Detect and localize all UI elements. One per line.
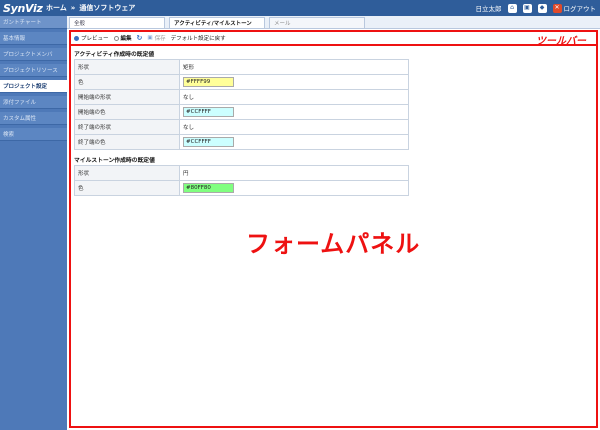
milestone-section-title: マイルストーン作成時の既定値 bbox=[74, 158, 155, 164]
color-swatch-milestone[interactable]: #80FF80 bbox=[183, 183, 234, 193]
field-label: 終了端の色 bbox=[74, 134, 180, 150]
window-icon[interactable]: ▣ bbox=[522, 3, 532, 13]
radio-on-icon bbox=[74, 35, 79, 41]
sidebar-item-basic-info[interactable]: 基本情報 bbox=[0, 32, 67, 45]
field-label: 終了端の形状 bbox=[74, 119, 180, 135]
logout-label: ログアウト bbox=[563, 5, 597, 13]
radio-off-icon bbox=[113, 35, 119, 41]
breadcrumb: ホーム » 通信ソフトウェア bbox=[46, 3, 135, 13]
color-swatch-end[interactable]: #CCFFFF bbox=[183, 137, 234, 147]
edit-radio[interactable]: 編集 bbox=[113, 34, 132, 42]
activity-defaults-table: 形状 矩形 色 #FFFF99 開始端の形状 なし 開始端の色 #CCFFFF … bbox=[74, 59, 409, 150]
save-button[interactable]: ▣ 保存 bbox=[147, 34, 165, 42]
table-row: 形状 矩形 bbox=[74, 59, 409, 75]
milestone-shape-value: 円 bbox=[179, 165, 409, 181]
app-logo[interactable]: SynViz bbox=[0, 2, 46, 15]
tab-mail[interactable]: メール bbox=[269, 17, 365, 28]
sidebar-item-search[interactable]: 検索 bbox=[0, 128, 67, 141]
save-label: 保存 bbox=[154, 36, 166, 42]
tab-general[interactable]: 全般 bbox=[69, 17, 165, 28]
reset-default-button[interactable]: デフォルト設定に戻す bbox=[171, 34, 226, 42]
form-panel-annotation: フォームパネル bbox=[246, 230, 421, 258]
tab-activity-milestone[interactable]: アクティビティ/マイルストーン bbox=[169, 17, 265, 28]
table-row: 開始端の形状 なし bbox=[74, 89, 409, 105]
breadcrumb-project[interactable]: 通信ソフトウェア bbox=[79, 3, 135, 13]
table-row: 終了端の色 #CCFFFF bbox=[74, 134, 409, 150]
field-label: 開始端の形状 bbox=[74, 89, 180, 105]
activity-section-title: アクティビティ作成時の既定値 bbox=[74, 52, 155, 58]
sidebar-item-custom-attributes[interactable]: カスタム属性 bbox=[0, 112, 67, 125]
app-header: SynViz ホーム » 通信ソフトウェア 日立太郎 ⌂ ▣ ◆ ✕ ログアウト bbox=[0, 0, 600, 16]
milestone-defaults-table: 形状 円 色 #80FF80 bbox=[74, 165, 409, 196]
save-icon: ▣ bbox=[147, 35, 153, 41]
sidebar-item-members[interactable]: プロジェクトメンバ bbox=[0, 48, 67, 61]
table-row: 開始端の色 #CCFFFF bbox=[74, 104, 409, 120]
color-swatch-start[interactable]: #CCFFFF bbox=[183, 107, 234, 117]
home-icon[interactable]: ⌂ bbox=[507, 3, 517, 13]
settings-icon[interactable]: ◆ bbox=[537, 3, 547, 13]
breadcrumb-home[interactable]: ホーム bbox=[46, 3, 67, 13]
form-panel: アクティビティ作成時の既定値 形状 矩形 色 #FFFF99 開始端の形状 なし… bbox=[69, 44, 598, 428]
sidebar-item-attachments[interactable]: 添付ファイル bbox=[0, 96, 67, 109]
user-name: 日立太郎 bbox=[475, 5, 502, 13]
close-icon: ✕ bbox=[552, 3, 562, 13]
sidebar-item-resources[interactable]: プロジェクトリソース bbox=[0, 64, 67, 77]
table-row: 色 #FFFF99 bbox=[74, 74, 409, 90]
table-row: 終了端の形状 なし bbox=[74, 119, 409, 135]
shape-value: 矩形 bbox=[179, 59, 409, 75]
sidebar: ガントチャート 基本情報 プロジェクトメンバ プロジェクトリソース プロジェクト… bbox=[0, 16, 67, 430]
table-row: 形状 円 bbox=[74, 165, 409, 181]
start-shape-value: なし bbox=[179, 89, 409, 105]
sidebar-item-project-settings[interactable]: プロジェクト設定 bbox=[0, 80, 67, 93]
field-label: 色 bbox=[74, 74, 180, 90]
sidebar-item-gantt[interactable]: ガントチャート bbox=[0, 16, 67, 29]
header-actions: 日立太郎 ⌂ ▣ ◆ ✕ ログアウト bbox=[476, 3, 600, 13]
breadcrumb-separator: » bbox=[70, 4, 76, 12]
table-row: 色 #80FF80 bbox=[74, 180, 409, 196]
field-label: 色 bbox=[74, 180, 180, 196]
field-label: 形状 bbox=[74, 165, 180, 181]
tab-bar: 全般 アクティビティ/マイルストーン メール bbox=[67, 16, 600, 29]
preview-label: プレビュー bbox=[81, 36, 109, 42]
edit-label: 編集 bbox=[120, 36, 132, 42]
toolbar: プレビュー 編集 ↻ ▣ 保存 デフォルト設定に戻す ツールバー bbox=[69, 30, 598, 47]
end-shape-value: なし bbox=[179, 119, 409, 135]
refresh-icon[interactable]: ↻ bbox=[137, 34, 143, 42]
logout-button[interactable]: ✕ ログアウト bbox=[552, 3, 597, 13]
preview-radio[interactable]: プレビュー bbox=[74, 34, 109, 42]
field-label: 形状 bbox=[74, 59, 180, 75]
field-label: 開始端の色 bbox=[74, 104, 180, 120]
color-swatch-activity[interactable]: #FFFF99 bbox=[183, 77, 234, 87]
